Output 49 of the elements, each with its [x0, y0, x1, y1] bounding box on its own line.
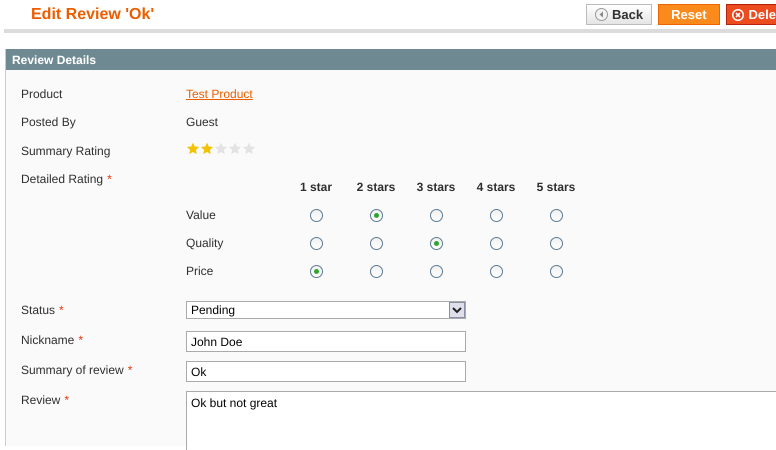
star-icon: [200, 142, 214, 155]
required-mark: *: [59, 302, 64, 319]
required-mark: *: [64, 392, 70, 409]
radio-button[interactable]: [310, 236, 322, 250]
field-label: Posted By: [21, 114, 76, 131]
field-label: Status: [21, 302, 56, 319]
radio-button[interactable]: [550, 236, 562, 250]
column-header: 1 star: [298, 179, 334, 196]
field-label: Summary of review: [21, 362, 124, 379]
back-button[interactable]: Back: [586, 4, 652, 25]
field-label: Summary Rating: [21, 143, 110, 160]
column-header: 4 stars: [476, 179, 516, 196]
radio-button[interactable]: [430, 264, 442, 278]
column-header: 5 stars: [536, 179, 576, 196]
text-field[interactable]: Ok: [186, 361, 466, 382]
star-icon: [186, 142, 200, 155]
text-field[interactable]: John Doe: [186, 331, 466, 352]
section-header: Review Details: [6, 49, 776, 70]
delete-button[interactable]: Dele: [726, 4, 776, 25]
column-header: 2 stars: [356, 179, 396, 196]
required-mark: *: [107, 171, 112, 188]
radio-button[interactable]: [430, 236, 442, 250]
rating-row-label: Value: [186, 207, 217, 224]
field-label: Detailed Rating: [21, 171, 104, 188]
rating-row-label: Price: [186, 263, 214, 280]
close-icon: [730, 8, 745, 22]
review-textarea[interactable]: Ok but not great: [186, 391, 776, 450]
rating-row-label: Quality: [186, 235, 224, 252]
required-mark: *: [78, 332, 84, 349]
field-label: Review: [21, 392, 60, 409]
column-header: 3 stars: [416, 179, 456, 196]
required-mark: *: [128, 362, 132, 379]
radio-button[interactable]: [550, 208, 562, 222]
status-select[interactable]: Pending: [186, 301, 466, 319]
radio-button[interactable]: [550, 264, 562, 278]
radio-button[interactable]: [430, 208, 442, 222]
radio-button[interactable]: [370, 236, 382, 250]
posted-by-value: Guest: [186, 114, 218, 131]
radio-button[interactable]: [310, 208, 322, 222]
radio-button[interactable]: [370, 208, 382, 222]
star-icon: [214, 142, 228, 155]
radio-button[interactable]: [490, 264, 502, 278]
field-label: Nickname: [21, 332, 74, 349]
page-title: Edit Review 'Ok': [31, 4, 154, 24]
field-label: Product: [21, 86, 62, 103]
radio-button[interactable]: [490, 236, 502, 250]
radio-button[interactable]: [310, 264, 322, 278]
radio-button[interactable]: [370, 264, 382, 278]
radio-button[interactable]: [490, 208, 502, 222]
